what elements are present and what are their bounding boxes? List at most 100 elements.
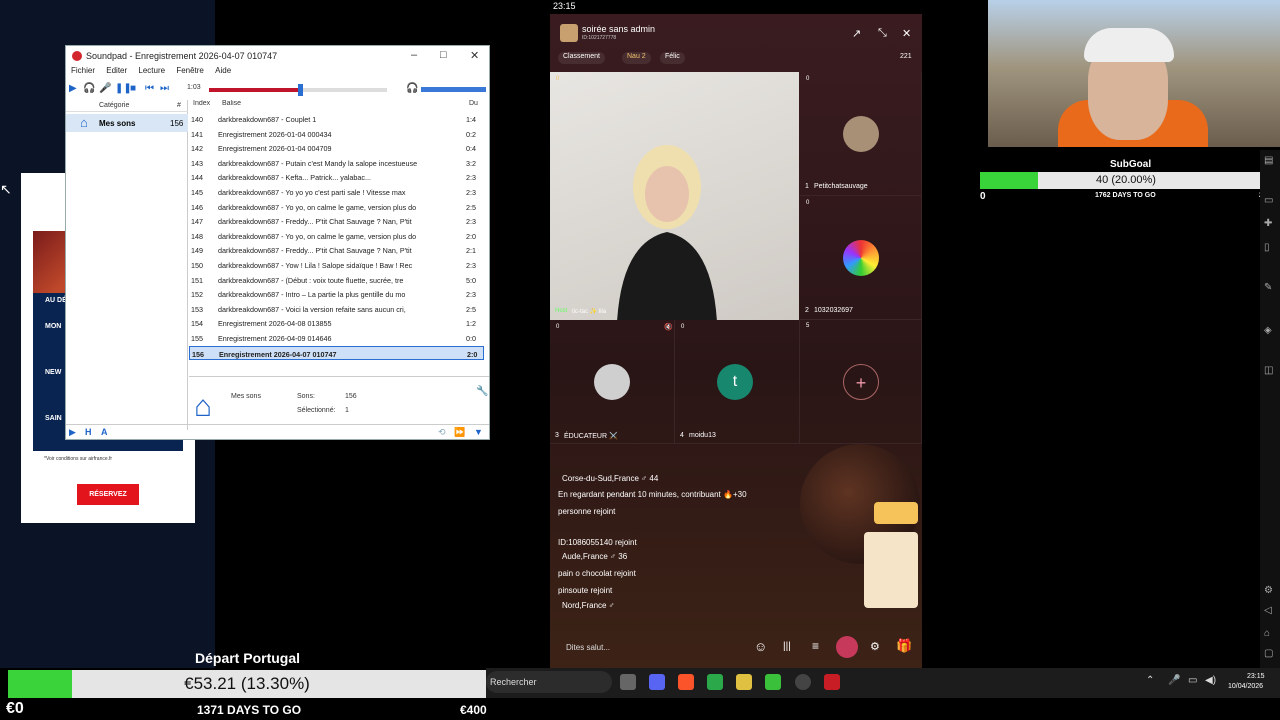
tray-chevron-icon[interactable]: ⌃ — [1146, 675, 1154, 686]
bottom-bar: ▶ H A ⟲ ⏩ ▼ — [66, 424, 489, 440]
table-row[interactable]: 141 Enregistrement 2026-01-04 000434 0:2 — [189, 127, 484, 142]
gift-icon[interactable]: 🎁 — [896, 638, 912, 654]
speaker-icon[interactable]: ◀) — [1205, 675, 1216, 686]
column-index[interactable]: Index — [193, 100, 210, 107]
task-view-icon[interactable] — [620, 674, 636, 690]
menu-icon[interactable]: ≡ — [812, 639, 819, 653]
mic-icon[interactable]: 🎤 — [99, 83, 111, 94]
wrench-icon[interactable]: 🔧 — [476, 386, 488, 397]
table-row[interactable]: 142 Enregistrement 2026-01-04 004709 0:4 — [189, 141, 484, 156]
play-icon[interactable]: ▶ — [69, 427, 76, 438]
cell-idx: 140 — [191, 115, 203, 124]
table-row[interactable]: 153 darkbreakdown687 - Voici la version r… — [189, 302, 484, 317]
home-nav-icon[interactable]: ⌂ — [1264, 628, 1270, 639]
brush-icon[interactable]: ✎ — [1264, 282, 1272, 293]
menu-editer[interactable]: Editer — [106, 66, 127, 75]
obs-icon[interactable] — [795, 674, 811, 690]
add-seat-icon[interactable]: + — [843, 364, 879, 400]
chat-input[interactable]: Dites salut... — [566, 643, 610, 652]
headset-icon[interactable]: 🎧 — [406, 83, 418, 94]
settings-icon[interactable]: ⚙ — [1264, 585, 1273, 596]
taskbar-search[interactable]: Rechercher — [486, 671, 612, 693]
table-row[interactable]: 148 darkbreakdown687 - Yo yo, on calme le… — [189, 229, 484, 244]
emoji-icon[interactable]: ☺ — [754, 639, 767, 654]
seek-handle[interactable] — [297, 84, 303, 96]
seat-3[interactable]: 0 🔇 3 ÉDUCATEUR ⚔️ — [550, 320, 675, 444]
play-store-icon[interactable] — [765, 674, 781, 690]
level-pill[interactable]: Nau 2 — [622, 52, 651, 64]
chat-icon[interactable]: ▼ — [474, 427, 483, 437]
cell-dur: 2:3 — [466, 290, 476, 300]
table-row[interactable]: 150 darkbreakdown687 - Yow ! Lila ! Salop… — [189, 258, 484, 273]
promo-card[interactable] — [864, 532, 918, 608]
ranking-pill[interactable]: Classement — [558, 52, 605, 64]
notepad-icon[interactable] — [707, 674, 723, 690]
menu-aide[interactable]: Aide — [215, 66, 231, 75]
host-video[interactable]: 0 Host tic-tac ✨ lila — [550, 72, 799, 320]
column-duration[interactable]: Du — [469, 100, 478, 107]
table-row[interactable]: 147 darkbreakdown687 - Freddy... P'tit Ch… — [189, 214, 484, 229]
mic-tray-icon[interactable]: 🎤 — [1168, 675, 1180, 686]
minimize-room-icon[interactable]: ⤡ — [878, 27, 887, 40]
table-row[interactable]: 155 Enregistrement 2026-04-09 014646 0:0 — [189, 331, 484, 346]
seat-2[interactable]: 0 2 1032032697 — [800, 196, 922, 320]
table-row[interactable]: 151 darkbreakdown687 - (Début : voix tout… — [189, 273, 484, 288]
table-row[interactable]: 140 darkbreakdown687 - Couplet 1 1:4 — [189, 112, 484, 127]
next-icon[interactable]: ⏭ — [160, 83, 169, 94]
puzzle-icon[interactable]: ✚ — [1264, 218, 1272, 229]
headphones-icon[interactable]: 🎧 — [83, 83, 95, 94]
stop-icon[interactable]: ■ — [130, 83, 136, 94]
column-tag[interactable]: Balise — [222, 100, 241, 107]
share-icon[interactable]: ↗ — [852, 27, 861, 40]
table-row[interactable]: 144 darkbreakdown687 - Kefta... Patrick..… — [189, 170, 484, 185]
seat-5-empty[interactable]: 5 + — [800, 320, 922, 444]
seat-1[interactable]: 0 1 Petitchatsauvage — [800, 72, 922, 196]
chart-icon[interactable]: ▤ — [1264, 155, 1273, 166]
youtube-icon[interactable] — [824, 674, 840, 690]
audio-icon[interactable]: ||| — [783, 641, 791, 652]
table-row[interactable]: 156 Enregistrement 2026-04-07 010747 2:0 — [189, 345, 484, 361]
repeat-icon[interactable]: ⟲ — [438, 427, 446, 438]
gift-box-icon[interactable]: ⚙ — [870, 640, 880, 653]
clock-date[interactable]: 10/04/2026 — [1228, 683, 1263, 690]
seek-bar[interactable] — [209, 84, 387, 96]
reserve-button[interactable]: RÉSERVEZ — [77, 484, 139, 505]
phone-icon[interactable]: ▯ — [1264, 242, 1270, 253]
pk-badge[interactable] — [874, 502, 918, 524]
recent-icon[interactable]: ▢ — [1264, 648, 1273, 659]
game-icon[interactable] — [836, 636, 858, 658]
menu-fenetre[interactable]: Fenêtre — [176, 66, 204, 75]
table-row[interactable]: 146 darkbreakdown687 - Yo yo, on calme le… — [189, 200, 484, 215]
table-row[interactable]: 149 darkbreakdown687 - Freddy... P'tit Ch… — [189, 243, 484, 258]
network-icon[interactable]: ▭ — [1188, 675, 1197, 686]
back-icon[interactable]: ◁ — [1264, 605, 1272, 616]
badge-pill[interactable]: Félic — [660, 52, 685, 64]
table-row[interactable]: 152 darkbreakdown687 - Intro – La partie … — [189, 287, 484, 302]
seat-4[interactable]: 0 t 4 moidu13 — [675, 320, 800, 444]
forward-icon[interactable]: ⏩ — [454, 427, 465, 438]
minimize-icon[interactable]: – — [411, 49, 417, 61]
menu-fichier[interactable]: Fichier — [71, 66, 95, 75]
volume-slider[interactable] — [421, 87, 486, 92]
previous-icon[interactable]: ⏮ — [145, 83, 154, 94]
hotkey-icon[interactable]: H — [85, 427, 92, 437]
brave-icon[interactable] — [678, 674, 694, 690]
viewer-count[interactable]: 221 — [900, 53, 912, 60]
maximize-icon[interactable]: □ — [440, 49, 447, 61]
category-item-mes-sons[interactable]: ⌂ Mes sons 156 — [66, 114, 188, 132]
table-row[interactable]: 145 darkbreakdown687 - Yo yo yo c'est par… — [189, 185, 484, 200]
clock-time[interactable]: 23:15 — [1247, 673, 1265, 680]
text-icon[interactable]: A — [101, 427, 108, 437]
menu-lecture[interactable]: Lecture — [138, 66, 165, 75]
layers-icon[interactable]: ◈ — [1264, 325, 1272, 336]
volume-icon[interactable]: ◫ — [1264, 365, 1273, 376]
table-row[interactable]: 154 Enregistrement 2026-04-08 013855 1:2 — [189, 316, 484, 331]
close-room-icon[interactable]: ✕ — [902, 27, 911, 40]
room-avatar[interactable] — [560, 24, 578, 42]
close-icon[interactable]: ✕ — [470, 49, 479, 62]
discord-icon[interactable] — [649, 674, 665, 690]
play-icon[interactable]: ▶ — [69, 83, 77, 94]
files-icon[interactable] — [736, 674, 752, 690]
folder-icon[interactable]: ▭ — [1264, 195, 1273, 206]
table-row[interactable]: 143 darkbreakdown687 - Putain c'est Mandy… — [189, 156, 484, 171]
